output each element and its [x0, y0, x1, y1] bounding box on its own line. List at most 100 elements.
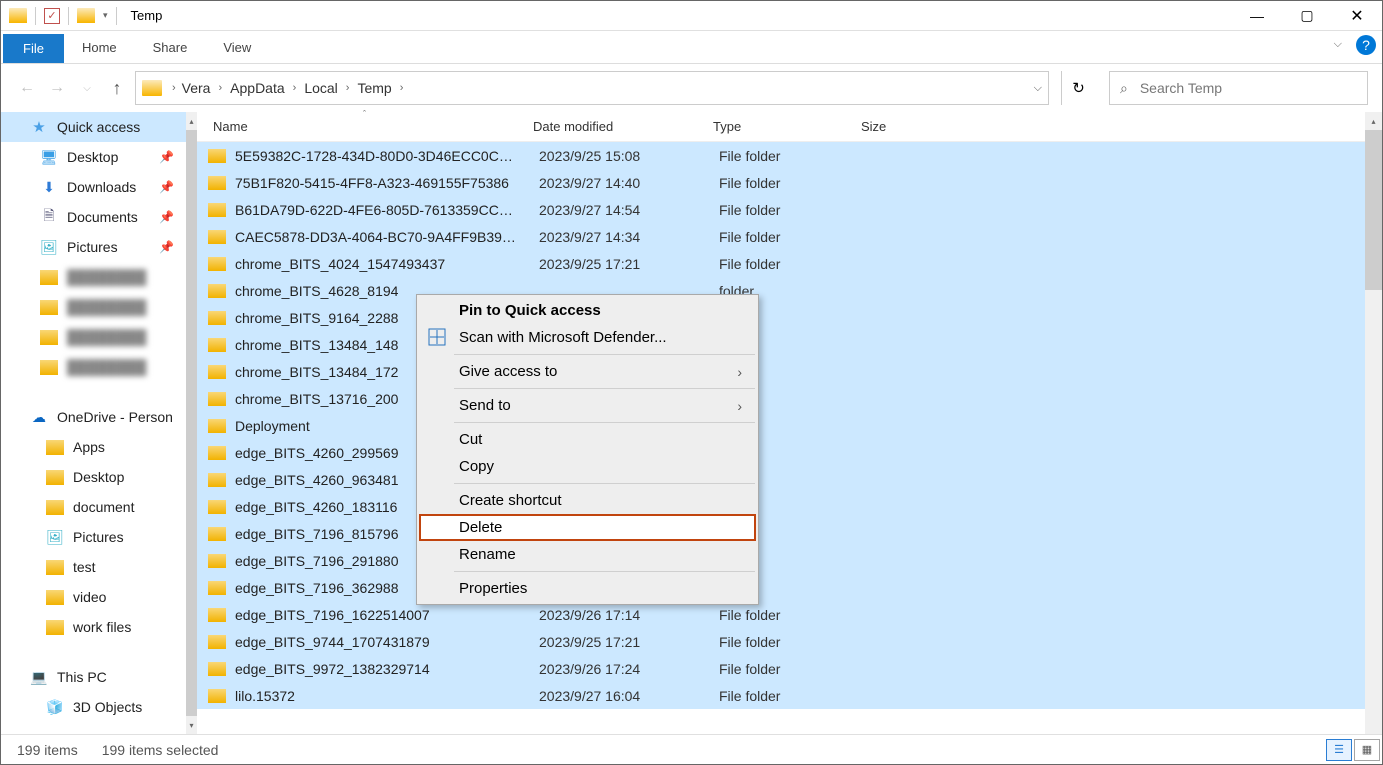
- qat-dropdown-icon[interactable]: ▾: [103, 10, 108, 21]
- table-row[interactable]: Deploymentfolder: [197, 412, 1382, 439]
- table-row[interactable]: chrome_BITS_13484_148folder: [197, 331, 1382, 358]
- breadcrumb-segment[interactable]: AppData›: [230, 80, 304, 96]
- cell-type: File folder: [719, 175, 867, 191]
- qat-properties-icon[interactable]: ✓: [44, 8, 60, 24]
- sidebar-item-pictures[interactable]: 🖼Pictures📌: [1, 232, 186, 262]
- breadcrumb-chevron-icon[interactable]: ›: [166, 82, 182, 94]
- refresh-button[interactable]: ↻: [1061, 71, 1095, 105]
- table-row[interactable]: edge_BITS_7196_362988folder: [197, 574, 1382, 601]
- filelist-scrollbar[interactable]: ▴: [1365, 112, 1382, 734]
- sidebar-item-redacted[interactable]: ████████: [1, 292, 186, 322]
- table-row[interactable]: edge_BITS_4260_299569folder: [197, 439, 1382, 466]
- scroll-up-icon[interactable]: ▴: [186, 112, 197, 130]
- ctx-copy[interactable]: Copy: [419, 453, 756, 480]
- collapse-ribbon-icon[interactable]: ⌵: [1326, 34, 1350, 55]
- table-row[interactable]: edge_BITS_7196_16225140072023/9/26 17:14…: [197, 601, 1382, 628]
- ctx-send-to[interactable]: Send to›: [419, 392, 756, 419]
- scroll-thumb[interactable]: [186, 130, 197, 716]
- ctx-properties[interactable]: Properties: [419, 575, 756, 602]
- breadcrumb-segment[interactable]: Temp›: [357, 80, 411, 96]
- ctx-pin-to-quick-access[interactable]: Pin to Quick access: [419, 297, 756, 324]
- table-row[interactable]: edge_BITS_4260_183116folder: [197, 493, 1382, 520]
- sidebar-item-apps[interactable]: Apps: [1, 432, 186, 462]
- scroll-up-icon[interactable]: ▴: [1365, 112, 1382, 130]
- table-row[interactable]: edge_BITS_4260_963481folder: [197, 466, 1382, 493]
- table-row[interactable]: chrome_BITS_9164_2288folder: [197, 304, 1382, 331]
- address-bar[interactable]: › Vera› AppData› Local› Temp› ⌵: [135, 71, 1049, 105]
- sidebar-item-redacted[interactable]: ████████: [1, 262, 186, 292]
- submenu-arrow-icon: ›: [737, 364, 742, 380]
- minimize-button[interactable]: —: [1232, 1, 1282, 31]
- scroll-thumb[interactable]: [1365, 130, 1382, 290]
- sidebar-item-quick-access[interactable]: ★Quick access: [1, 112, 186, 142]
- table-row[interactable]: chrome_BITS_13484_172folder: [197, 358, 1382, 385]
- view-large-icons-button[interactable]: ▦: [1354, 739, 1380, 761]
- close-button[interactable]: ✕: [1332, 1, 1382, 31]
- cell-name: edge_BITS_9972_1382329714: [227, 661, 539, 677]
- separator: [116, 7, 117, 25]
- sidebar-item-documents[interactable]: 🗎Documents📌: [1, 202, 186, 232]
- sidebar-item-work-files[interactable]: work files: [1, 612, 186, 642]
- pictures-icon: 🖼: [45, 527, 65, 547]
- column-header-size[interactable]: Size: [851, 112, 971, 141]
- submenu-arrow-icon: ›: [737, 398, 742, 414]
- tab-view[interactable]: View: [205, 31, 269, 63]
- tab-home[interactable]: Home: [64, 31, 135, 63]
- table-row[interactable]: edge_BITS_9972_13823297142023/9/26 17:24…: [197, 655, 1382, 682]
- sidebar-item-pictures[interactable]: 🖼Pictures: [1, 522, 186, 552]
- table-row[interactable]: edge_BITS_9744_17074318792023/9/25 17:21…: [197, 628, 1382, 655]
- table-row[interactable]: 75B1F820-5415-4FF8-A323-469155F753862023…: [197, 169, 1382, 196]
- forward-button[interactable]: →: [45, 76, 69, 100]
- table-row[interactable]: chrome_BITS_4024_15474934372023/9/25 17:…: [197, 250, 1382, 277]
- help-button[interactable]: ?: [1356, 35, 1376, 55]
- table-row[interactable]: 5E59382C-1728-434D-80D0-3D46ECC0C…2023/9…: [197, 142, 1382, 169]
- ctx-rename[interactable]: Rename: [419, 541, 756, 568]
- sidebar-item-document[interactable]: document: [1, 492, 186, 522]
- sort-ascending-icon: ˆ: [363, 109, 366, 119]
- sidebar-item-redacted[interactable]: ████████: [1, 352, 186, 382]
- sidebar-item-onedrive[interactable]: ☁OneDrive - Person: [1, 402, 186, 432]
- maximize-button[interactable]: ▢: [1282, 1, 1332, 31]
- window-title: Temp: [131, 8, 163, 23]
- sidebar-item-3d-objects[interactable]: 🧊3D Objects: [1, 692, 186, 722]
- view-details-button[interactable]: ☰: [1326, 739, 1352, 761]
- qat-new-folder-icon[interactable]: [77, 8, 95, 23]
- column-header-date[interactable]: Date modified: [523, 112, 703, 141]
- ctx-create-shortcut[interactable]: Create shortcut: [419, 487, 756, 514]
- table-row[interactable]: chrome_BITS_13716_200folder: [197, 385, 1382, 412]
- folder-icon: [207, 257, 227, 271]
- file-tab[interactable]: File: [3, 34, 64, 63]
- ribbon: File Home Share View ⌵ ?: [1, 31, 1382, 64]
- breadcrumb-segment[interactable]: Local›: [304, 80, 357, 96]
- ctx-defender-scan[interactable]: Scan with Microsoft Defender...: [419, 324, 756, 351]
- table-row[interactable]: B61DA79D-622D-4FE6-805D-7613359CC…2023/9…: [197, 196, 1382, 223]
- breadcrumb-segment[interactable]: Vera›: [182, 80, 230, 96]
- table-row[interactable]: chrome_BITS_4628_8194folder: [197, 277, 1382, 304]
- table-row[interactable]: CAEC5878-DD3A-4064-BC70-9A4FF9B39…2023/9…: [197, 223, 1382, 250]
- ctx-delete[interactable]: Delete: [419, 514, 756, 541]
- sidebar-item-downloads[interactable]: ⬇Downloads📌: [1, 172, 186, 202]
- tab-share[interactable]: Share: [135, 31, 206, 63]
- back-button[interactable]: ←: [15, 76, 39, 100]
- scroll-down-icon[interactable]: ▾: [186, 716, 197, 734]
- ctx-give-access-to[interactable]: Give access to›: [419, 358, 756, 385]
- column-header-name[interactable]: Nameˆ: [203, 112, 523, 141]
- ctx-cut[interactable]: Cut: [419, 426, 756, 453]
- cell-type: File folder: [719, 148, 867, 164]
- folder-icon: [45, 557, 65, 577]
- table-row[interactable]: edge_BITS_7196_815796folder: [197, 520, 1382, 547]
- sidebar-item-this-pc[interactable]: 💻This PC: [1, 662, 186, 692]
- table-row[interactable]: lilo.153722023/9/27 16:04File folder: [197, 682, 1382, 709]
- up-button[interactable]: ↑: [105, 76, 129, 100]
- sidebar-item-test[interactable]: test: [1, 552, 186, 582]
- table-row[interactable]: edge_BITS_7196_291880folder: [197, 547, 1382, 574]
- sidebar-item-redacted[interactable]: ████████: [1, 322, 186, 352]
- column-header-type[interactable]: Type: [703, 112, 851, 141]
- sidebar-item-desktop[interactable]: Desktop: [1, 462, 186, 492]
- navpane-scrollbar[interactable]: ▴ ▾: [186, 112, 197, 734]
- sidebar-item-desktop[interactable]: 🖥Desktop📌: [1, 142, 186, 172]
- address-dropdown-icon[interactable]: ⌵: [1034, 82, 1042, 95]
- search-input[interactable]: ⌕ Search Temp: [1109, 71, 1368, 105]
- recent-locations-icon[interactable]: ⌵: [75, 76, 99, 100]
- sidebar-item-video[interactable]: video: [1, 582, 186, 612]
